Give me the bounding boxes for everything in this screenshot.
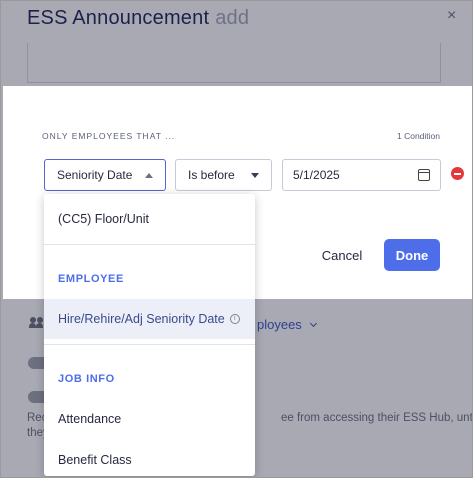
cancel-button[interactable]: Cancel xyxy=(309,239,375,271)
condition-count: 1 Condition xyxy=(396,131,440,141)
date-input[interactable]: 5/1/2025 xyxy=(282,159,441,191)
dropdown-item-floor-unit[interactable]: (CC5) Floor/Unit xyxy=(44,199,255,239)
calendar-icon[interactable] xyxy=(418,169,430,181)
info-icon: i xyxy=(229,314,240,324)
dropdown-group-employee: EMPLOYEE xyxy=(58,273,124,285)
dropdown-item-hire-date[interactable]: Hire/Rehire/Adj Seniority Date i xyxy=(44,299,255,339)
field-dropdown-menu: (CC5) Floor/Unit EMPLOYEE Hire/Rehire/Ad… xyxy=(44,194,255,476)
dropdown-divider xyxy=(44,344,255,345)
date-input-value: 5/1/2025 xyxy=(293,168,340,182)
done-button[interactable]: Done xyxy=(384,239,440,271)
field-select-value: Seniority Date xyxy=(57,168,133,182)
remove-condition-icon[interactable] xyxy=(451,167,464,180)
dropdown-item-benefit-class[interactable]: Benefit Class xyxy=(44,440,255,476)
window-frame: ESS Announcement add × ployees Rec ee fro… xyxy=(0,0,473,478)
caret-up-icon xyxy=(145,173,153,178)
dropdown-divider xyxy=(44,244,255,245)
dropdown-item-hire-date-label: Hire/Rehire/Adj Seniority Date xyxy=(58,312,225,326)
caret-down-icon xyxy=(251,173,259,178)
operator-select[interactable]: Is before xyxy=(175,159,272,191)
dropdown-group-job-info: JOB INFO xyxy=(58,373,115,385)
field-select[interactable]: Seniority Date xyxy=(44,159,166,191)
condition-heading: ONLY EMPLOYEES THAT ... xyxy=(42,131,176,141)
operator-select-value: Is before xyxy=(188,168,235,182)
dropdown-item-attendance[interactable]: Attendance xyxy=(44,399,255,439)
